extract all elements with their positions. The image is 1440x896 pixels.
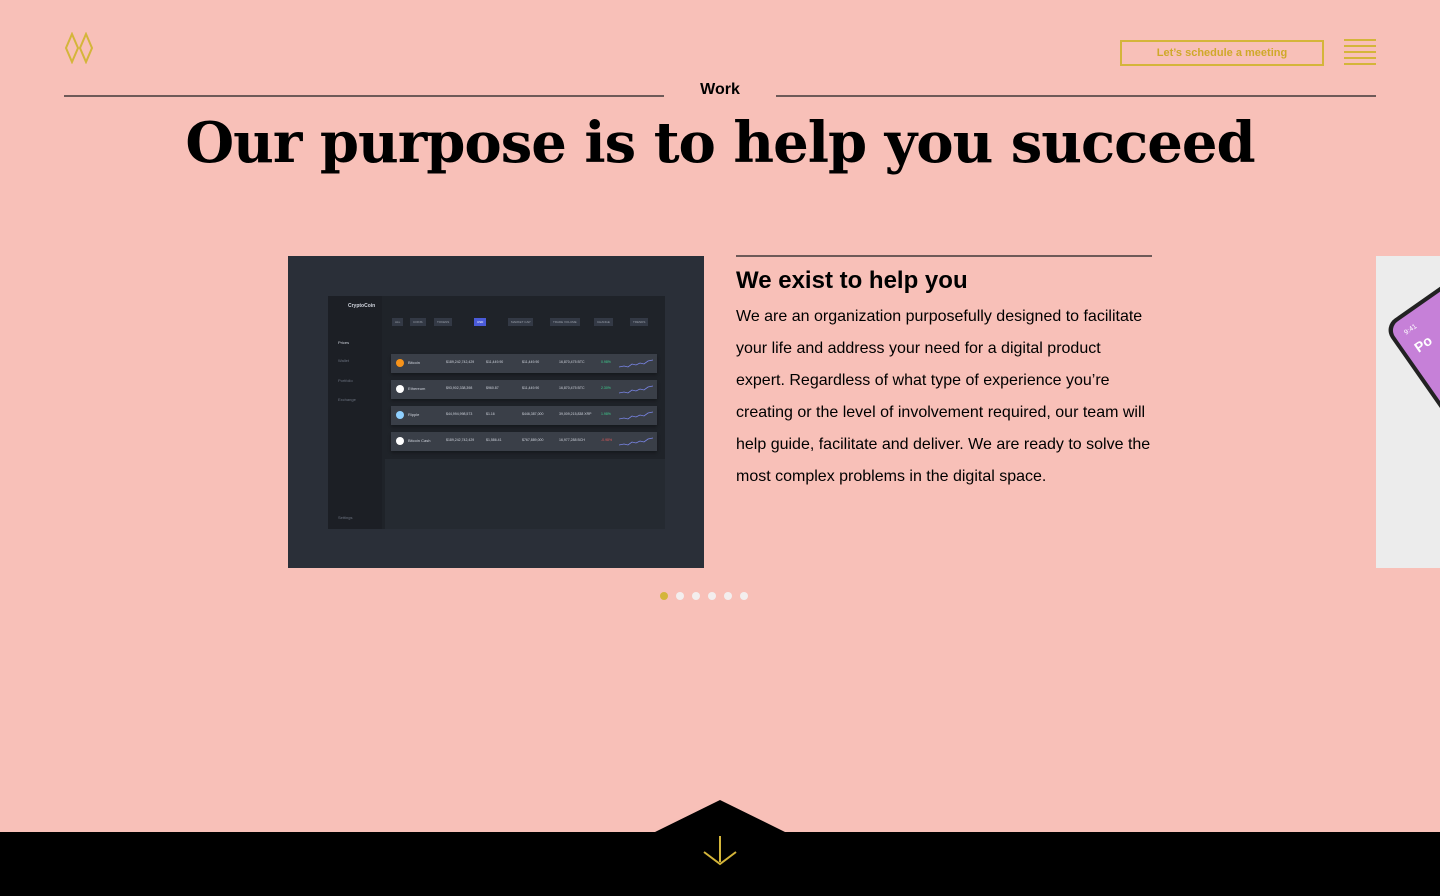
mockup-coin-row: Bitcoin Cash $189,242,742,429 $1,586.41 $76… bbox=[391, 432, 657, 451]
slide-body: We are an organization purposefully desi… bbox=[736, 308, 1151, 485]
mockup-table bbox=[385, 459, 665, 529]
coin-cap: $44,994,998,573 bbox=[446, 412, 473, 416]
coin-icon bbox=[396, 359, 404, 367]
sparkline bbox=[619, 385, 653, 394]
mockup-filter: COINS bbox=[410, 318, 426, 326]
mockup-filter: TRENDS bbox=[630, 318, 649, 326]
coin-icon bbox=[396, 437, 404, 445]
mockup-coin-row: Ripple $44,994,998,573 $1.16 $446,387,000 39… bbox=[391, 406, 657, 425]
slide-title: We exist to help you bbox=[736, 267, 968, 294]
section-divider-left bbox=[64, 95, 664, 97]
coin-volume: $767,889,000 bbox=[522, 438, 544, 442]
coin-name: Bitcoin bbox=[408, 360, 421, 365]
mockup-filter: CHANGE bbox=[594, 318, 613, 326]
coin-price: $960.87 bbox=[486, 386, 499, 390]
coin-icon bbox=[396, 411, 404, 419]
crypto-dashboard-mockup: CryptoCoin Prices Wallet Portfolio Excha… bbox=[328, 296, 665, 529]
coin-icon bbox=[396, 385, 404, 393]
mockup-sidebar bbox=[328, 296, 382, 529]
coin-name: Bitcoin Cash bbox=[408, 438, 431, 443]
page-title: Our purpose is to help you succeed bbox=[185, 110, 1255, 176]
slide-text-panel: We exist to help you We are an organizat… bbox=[736, 255, 1152, 493]
slide-image: CryptoCoin Prices Wallet Portfolio Excha… bbox=[288, 256, 704, 568]
coin-price: $1.16 bbox=[486, 412, 495, 416]
coin-volume: $11,449.90 bbox=[522, 360, 540, 364]
coin-cap: $189,242,742,429 bbox=[446, 360, 475, 364]
coin-volume: $11,449.90 bbox=[522, 386, 540, 390]
arrow-down-icon[interactable] bbox=[702, 834, 738, 868]
coin-supply: 16,977,288 BCH bbox=[559, 438, 585, 442]
coin-supply: 16,870,475 BTC bbox=[559, 386, 585, 390]
carousel-dot[interactable] bbox=[660, 592, 668, 600]
carousel-dot[interactable] bbox=[708, 592, 716, 600]
section-divider-right bbox=[776, 95, 1376, 97]
carousel-dot[interactable] bbox=[676, 592, 684, 600]
mockup-filter: MARKET CAP bbox=[508, 318, 534, 326]
carousel-dot[interactable] bbox=[740, 592, 748, 600]
sparkline bbox=[619, 411, 653, 420]
carousel-dot[interactable] bbox=[692, 592, 700, 600]
coin-supply: 39,009,215,838 XRP bbox=[559, 412, 592, 416]
diamond-logo-icon[interactable] bbox=[64, 32, 94, 64]
coin-price: $11,449.90 bbox=[486, 360, 504, 364]
phone-mockup: 9:41 Po bbox=[1388, 280, 1440, 445]
coin-cap: $93,902,338,398 bbox=[446, 386, 473, 390]
hamburger-menu-icon[interactable] bbox=[1344, 39, 1376, 65]
coin-supply: 16,870,475 BTC bbox=[559, 360, 585, 364]
carousel-dot[interactable] bbox=[724, 592, 732, 600]
schedule-meeting-button[interactable]: Let’s schedule a meeting bbox=[1120, 40, 1324, 66]
sparkline bbox=[619, 359, 653, 368]
footer-notch bbox=[655, 800, 785, 832]
coin-name: Ethereum bbox=[408, 386, 426, 391]
coin-volume: $446,387,000 bbox=[522, 412, 544, 416]
mockup-coin-row: Bitcoin $189,242,742,429 $11,449.90 $11,449… bbox=[391, 354, 657, 373]
sparkline bbox=[619, 437, 653, 446]
mockup-settings: Settings bbox=[338, 515, 353, 520]
mockup-coin-row: Ethereum $93,902,338,398 $960.87 $11,449.90… bbox=[391, 380, 657, 399]
mockup-filter: TRADE VOLUME bbox=[550, 318, 580, 326]
mockup-brand: CryptoCoin bbox=[348, 303, 376, 309]
coin-change: 0.98% bbox=[601, 360, 611, 364]
coin-cap: $189,242,742,429 bbox=[446, 438, 475, 442]
mockup-nav-item: Portfolio bbox=[338, 378, 353, 383]
mockup-nav-item: Wallet bbox=[338, 358, 349, 363]
section-label: Work bbox=[700, 81, 740, 98]
coin-change: -0.98% bbox=[601, 438, 613, 442]
coin-change: 2.30% bbox=[601, 386, 611, 390]
mockup-nav-item: Prices bbox=[338, 340, 350, 345]
mockup-filter: TOKENS bbox=[434, 318, 453, 326]
coin-price: $1,586.41 bbox=[486, 438, 502, 442]
coin-change: 1.98% bbox=[601, 412, 611, 416]
mockup-nav-item: Exchange bbox=[338, 397, 356, 402]
mockup-filter: ALL bbox=[392, 318, 404, 326]
next-slide-preview[interactable]: 9:41 Po bbox=[1376, 256, 1440, 568]
coin-name: Ripple bbox=[408, 412, 420, 417]
mockup-filter: USD bbox=[474, 318, 487, 326]
